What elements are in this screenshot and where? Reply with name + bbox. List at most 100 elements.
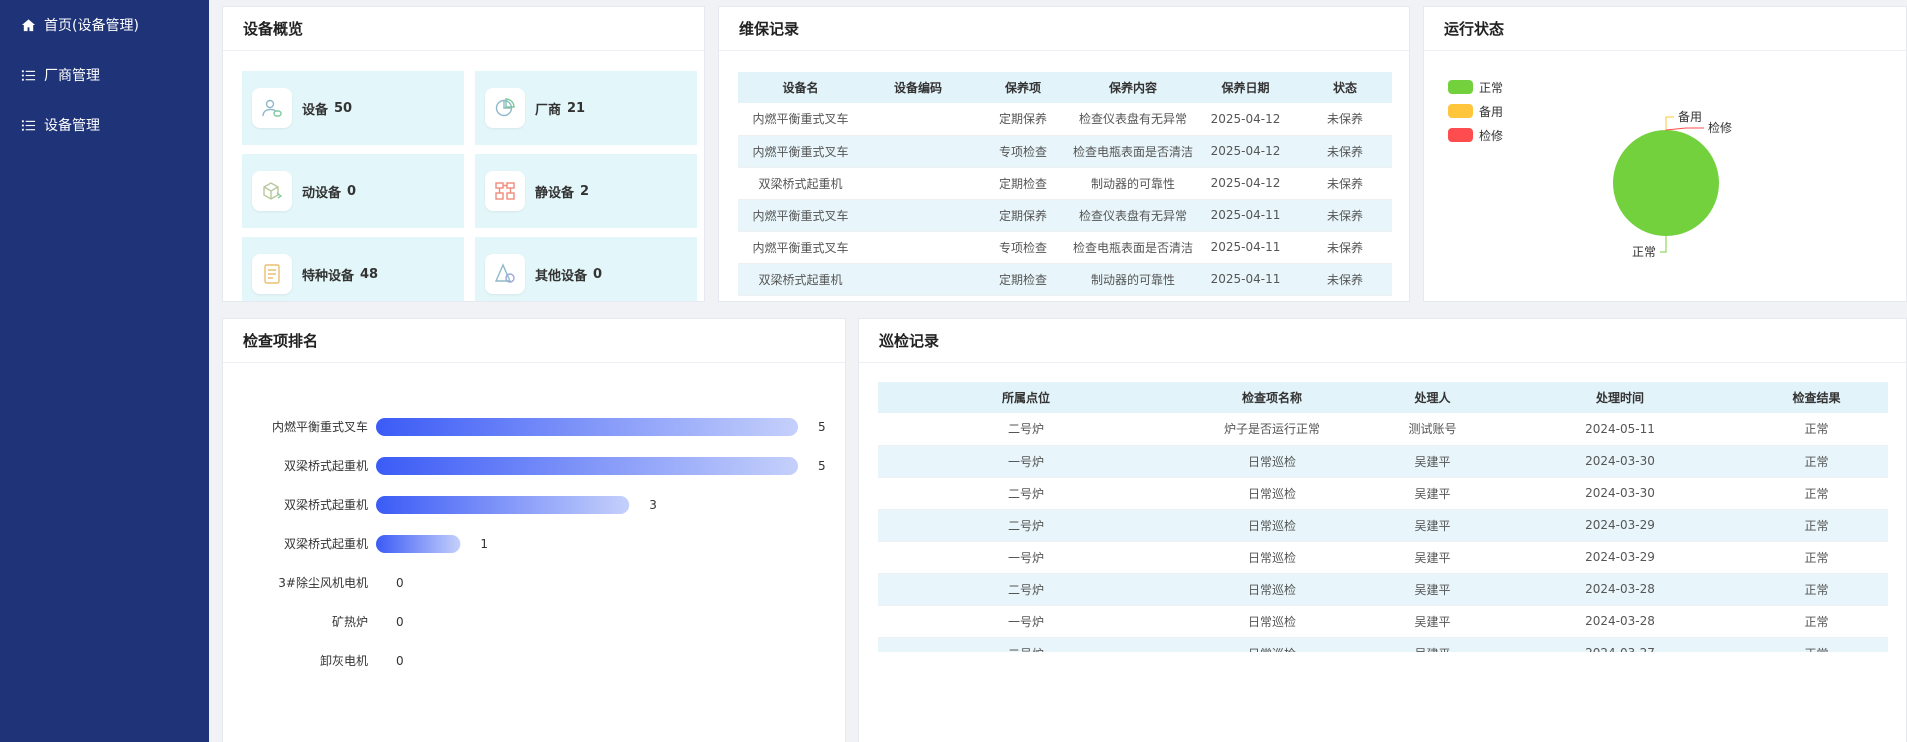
- status-title: 运行状态: [1424, 7, 1906, 51]
- card-label: 静设备: [535, 185, 575, 201]
- bar-value-label: 0: [396, 576, 404, 590]
- table-cell: 检查仪表盘有无异常: [1073, 103, 1193, 136]
- moving-equipment-icon: [252, 171, 292, 211]
- card-label: 特种设备: [302, 268, 355, 284]
- bar-value-label: 5: [818, 420, 826, 434]
- table-row[interactable]: 一号炉 日常巡检 吴建平 2024-03-30 正常: [878, 445, 1888, 478]
- table-cell: 2024-03-29: [1495, 509, 1745, 542]
- table-cell: 吴建平: [1370, 605, 1495, 638]
- bar-category-label: 内燃平衡重式叉车: [272, 419, 368, 434]
- table-row[interactable]: 双梁桥式起重机 定期检查 制动器的可靠性 2025-04-11 未保养: [738, 263, 1392, 296]
- table-cell: [863, 103, 973, 136]
- table-cell: 正常: [1745, 509, 1888, 542]
- table-cell: 正常: [1745, 541, 1888, 574]
- table-cell: 测试账号: [1370, 413, 1495, 446]
- table-cell: 内燃平衡重式叉车: [738, 135, 863, 168]
- table-cell: 2024-03-29: [1495, 541, 1745, 574]
- table-cell: 二号炉: [878, 637, 1174, 652]
- column-header: 保养日期: [1193, 72, 1298, 103]
- table-row[interactable]: 二号炉 炉子是否运行正常 测试账号 2024-05-11 正常: [878, 413, 1888, 446]
- sidebar-item-label: 厂商管理: [44, 68, 100, 84]
- sidebar: 首页(设备管理) 厂商管理 设备管理: [0, 0, 209, 742]
- sidebar-item-equipment[interactable]: 设备管理: [0, 100, 209, 150]
- table-row[interactable]: 内燃平衡重式叉车 专项检查 检查电瓶表面是否清洁 2025-04-11 未保养: [738, 231, 1392, 264]
- sidebar-item-vendor[interactable]: 厂商管理: [0, 50, 209, 100]
- card-moving-equipment[interactable]: 动设备 0: [242, 154, 464, 228]
- table-row[interactable]: 二号炉 日常巡检 吴建平 2024-03-28 正常: [878, 573, 1888, 606]
- bar[interactable]: [376, 535, 461, 553]
- table-row[interactable]: 一号炉 日常巡检 吴建平 2024-03-29 正常: [878, 541, 1888, 574]
- table-cell: 正常: [1745, 445, 1888, 478]
- card-special-equipment[interactable]: 特种设备 48: [242, 237, 464, 301]
- card-label: 动设备: [302, 185, 342, 201]
- card-value: 0: [593, 266, 603, 282]
- maintenance-table: 设备名 设备编码 保养项 保养内容 保养日期 状态 内燃平衡重式叉车 定期保养 检查仪表盘有无…: [738, 72, 1392, 296]
- card-value: 0: [347, 183, 357, 199]
- bar[interactable]: [376, 418, 798, 436]
- card-label: 设备: [302, 102, 329, 118]
- table-cell: 正常: [1745, 573, 1888, 606]
- pie-leader-line: [1660, 236, 1667, 253]
- table-row[interactable]: 内燃平衡重式叉车 定期保养 检查仪表盘有无异常 2025-04-11 未保养: [738, 199, 1392, 232]
- bar-category-label: 双梁桥式起重机: [284, 497, 368, 512]
- card-static-equipment[interactable]: 静设备 2: [475, 154, 697, 228]
- static-equipment-icon: [485, 171, 525, 211]
- equipment-icon: [252, 88, 292, 128]
- status-panel: 运行状态 正常 备用 检修 正常 备用 检修: [1423, 6, 1907, 302]
- table-cell: 吴建平: [1370, 509, 1495, 542]
- rank-bar-chart: 内燃平衡重式叉车 5 双梁桥式起重机 5 双梁桥式起重机 3 双梁桥式起重机 1 3#除尘风机电…: [272, 418, 826, 668]
- table-row[interactable]: 一号炉 日常巡检 吴建平 2024-03-28 正常: [878, 605, 1888, 638]
- table-cell: 2024-03-30: [1495, 477, 1745, 510]
- patrol-table-scroll[interactable]: 所属点位 检查项名称 处理人 处理时间 检查结果 二号炉 炉子是否运行正常 测试账号 2024…: [878, 382, 1888, 652]
- table-cell: 二号炉: [878, 477, 1174, 510]
- maintenance-title: 维保记录: [719, 7, 1409, 51]
- table-row[interactable]: 内燃平衡重式叉车 定期保养 检查仪表盘有无异常 2025-04-12 未保养: [738, 103, 1392, 136]
- table-cell: 二号炉: [878, 573, 1174, 606]
- table-row[interactable]: 内燃平衡重式叉车 专项检查 检查电瓶表面是否清洁 2025-04-12 未保养: [738, 135, 1392, 168]
- table-cell: 吴建平: [1370, 637, 1495, 652]
- table-cell: 二号炉: [878, 509, 1174, 542]
- card-equipment[interactable]: 设备 50: [242, 71, 464, 145]
- table-row[interactable]: 双梁桥式起重机 定期检查 制动器的可靠性 2025-04-12 未保养: [738, 167, 1392, 200]
- table-cell: 定期保养: [973, 199, 1073, 232]
- list-icon: [20, 117, 36, 133]
- card-other-equipment[interactable]: 其他设备 0: [475, 237, 697, 301]
- table-cell: 一号炉: [878, 445, 1174, 478]
- card-label: 其他设备: [535, 268, 588, 284]
- bar[interactable]: [376, 457, 798, 475]
- sidebar-item-home[interactable]: 首页(设备管理): [0, 0, 209, 50]
- sidebar-item-label: 设备管理: [44, 118, 100, 134]
- table-cell: 炉子是否运行正常: [1174, 413, 1370, 446]
- pie-slice[interactable]: [1613, 130, 1719, 236]
- vendor-icon: [485, 88, 525, 128]
- table-row[interactable]: 二号炉日常巡检吴建平2024-03-27正常: [878, 637, 1888, 652]
- table-cell: 2025-04-11: [1193, 199, 1298, 232]
- table-cell: 专项检查: [973, 231, 1073, 264]
- bar-category-label: 矿热炉: [332, 615, 368, 629]
- table-cell: 日常巡检: [1174, 477, 1370, 510]
- bar-category-label: 双梁桥式起重机: [284, 536, 368, 551]
- table-cell: 吴建平: [1370, 541, 1495, 574]
- bar[interactable]: [376, 496, 630, 514]
- table-cell: 正常: [1745, 637, 1888, 652]
- card-label: 厂商: [535, 102, 562, 118]
- bar-category-label: 双梁桥式起重机: [284, 458, 368, 473]
- table-cell: 日常巡检: [1174, 445, 1370, 478]
- card-vendor[interactable]: 厂商 21: [475, 71, 697, 145]
- table-cell: 2025-04-12: [1193, 167, 1298, 200]
- overview-cards: 设备 50 厂商 21 动设备 0 静设备 2 特种设备 48 其他设备 0: [242, 71, 697, 301]
- table-cell: 日常巡检: [1174, 541, 1370, 574]
- table-cell: 正常: [1745, 605, 1888, 638]
- table-cell: 定期保养: [973, 103, 1073, 136]
- bar-value-label: 1: [480, 537, 488, 551]
- table-row[interactable]: 二号炉 日常巡检 吴建平 2024-03-30 正常: [878, 477, 1888, 510]
- column-header: 检查项名称: [1174, 382, 1370, 413]
- table-cell: 二号炉: [878, 413, 1174, 446]
- table-cell: 双梁桥式起重机: [738, 263, 863, 296]
- table-row[interactable]: 二号炉 日常巡检 吴建平 2024-03-29 正常: [878, 509, 1888, 542]
- bar-value-label: 3: [649, 498, 657, 512]
- table-cell: 未保养: [1298, 167, 1392, 200]
- overview-title: 设备概览: [223, 7, 704, 51]
- column-header: 所属点位: [878, 382, 1174, 413]
- table-cell: 双梁桥式起重机: [738, 167, 863, 200]
